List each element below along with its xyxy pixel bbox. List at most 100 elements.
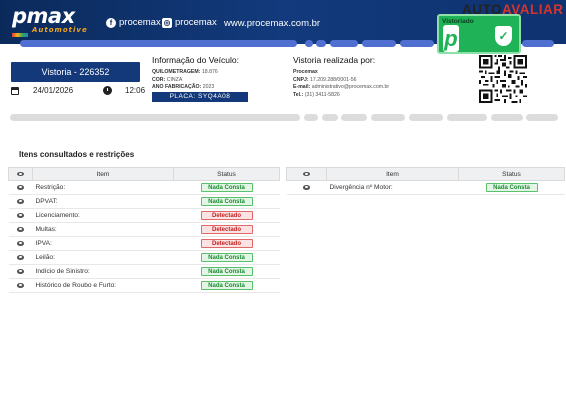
decor-pill	[341, 114, 367, 121]
eye-icon[interactable]	[303, 185, 310, 190]
year-line: ANO FABRICAÇÃO: 2023	[152, 84, 252, 92]
cnpj-label: CNPJ:	[293, 76, 309, 83]
decor-pill	[400, 40, 434, 47]
status-badge: Detectado	[200, 239, 253, 248]
item-cell: Histórico de Roubo e Furto:	[32, 278, 174, 293]
decor-pill	[10, 114, 300, 121]
decorative-pill-row-blue	[0, 40, 437, 47]
status-cell: Nada Consta	[173, 278, 280, 293]
facebook-handle: procemax	[119, 17, 161, 28]
clock-icon	[103, 86, 112, 95]
cnpj-line: CNPJ: 17.209.288/0001-56	[293, 77, 453, 85]
eye-icon[interactable]	[17, 269, 24, 274]
view-cell[interactable]	[8, 264, 33, 279]
performed-by-title: Vistoria realizada por:	[293, 55, 376, 65]
item-cell: Indício de Sinistro:	[32, 264, 174, 279]
decor-pill	[304, 114, 318, 121]
table-header-row: Item Status	[286, 167, 565, 181]
decor-pill	[322, 114, 338, 121]
item-cell: DPVAT:	[32, 194, 174, 209]
view-cell[interactable]	[8, 222, 33, 237]
facebook-link[interactable]: f procemax	[106, 17, 161, 28]
view-cell[interactable]	[8, 208, 33, 223]
logo-sub-text: Automotive	[32, 26, 88, 34]
company-name: Procemax	[293, 69, 318, 75]
decor-pill	[316, 40, 326, 47]
instagram-link[interactable]: ◎ procemax	[162, 17, 217, 28]
eye-icon[interactable]	[17, 283, 24, 288]
decor-pill	[409, 114, 443, 121]
cnpj-value: 17.209.288/0001-56	[310, 76, 357, 83]
item-column-header: Item	[32, 167, 174, 181]
odometer-line: QUILOMETRAGEM: 18.876	[152, 69, 252, 77]
logo-color-bar	[12, 33, 28, 37]
status-column-header: Status	[458, 167, 565, 181]
decor-pill	[491, 114, 523, 121]
decor-pill	[371, 114, 405, 121]
calendar-icon	[11, 87, 19, 95]
item-cell: Leilão:	[32, 250, 174, 265]
view-cell[interactable]	[8, 250, 33, 265]
item-cell: Licenciamento:	[32, 208, 174, 223]
table-row: Divergência nº Motor: Nada Consta	[286, 180, 565, 195]
table-row: Licenciamento: Detectado	[8, 208, 280, 223]
view-cell[interactable]	[8, 194, 33, 209]
restrictions-table-left: Item Status Restrição: Nada Consta DPVAT: N…	[8, 167, 280, 293]
website-link[interactable]: www.procemax.com.br	[224, 18, 320, 29]
plate-badge: PLACA: SYQ4A08	[152, 92, 248, 102]
view-cell[interactable]	[8, 180, 33, 195]
badge-label: Vistoriado	[442, 18, 474, 25]
color-label: COR:	[152, 76, 166, 83]
phone-label: Tel.:	[293, 91, 304, 98]
decor-pill	[20, 40, 297, 47]
eye-icon[interactable]	[17, 199, 24, 204]
item-cell: Divergência nº Motor:	[326, 180, 459, 195]
p-logo-icon: p	[443, 25, 459, 52]
view-cell[interactable]	[286, 180, 327, 195]
table-row: DPVAT: Nada Consta	[8, 194, 280, 209]
item-column-header: Item	[326, 167, 459, 181]
table-row: Leilão: Nada Consta	[8, 250, 280, 265]
status-column-header: Status	[173, 167, 280, 181]
shield-check-icon: ✓	[495, 26, 512, 46]
table-row: Multas: Detectado	[8, 222, 280, 237]
vistoria-date: 24/01/2026	[33, 86, 74, 95]
status-cell: Detectado	[173, 222, 280, 237]
item-cell: Restrição:	[32, 180, 174, 195]
eye-icon	[17, 171, 24, 176]
status-badge: Nada Consta	[200, 253, 253, 262]
decorative-pill-row-gray	[0, 114, 566, 121]
odometer-label: QUILOMETRAGEM:	[152, 69, 201, 75]
status-badge: Nada Consta	[200, 281, 253, 290]
vistoria-number: Vistoria - 226352	[11, 62, 140, 82]
eye-icon[interactable]	[17, 241, 24, 246]
email-value[interactable]: administrativo@procemax.com.br	[312, 84, 389, 90]
decor-pill	[522, 40, 554, 47]
date-time-row: 24/01/2026 12:06	[11, 85, 145, 97]
table-row: Restrição: Nada Consta	[8, 180, 280, 195]
performed-by-info: Vistoria realizada por: Procemax CNPJ: 1…	[293, 55, 453, 99]
instagram-handle: procemax	[175, 17, 217, 28]
eye-column-header	[286, 167, 327, 181]
instagram-icon: ◎	[162, 17, 172, 28]
view-cell[interactable]	[8, 236, 33, 251]
year-label: ANO FABRICAÇÃO:	[152, 84, 202, 91]
eye-icon[interactable]	[17, 227, 24, 232]
email-line: E-mail: administrativo@procemax.com.br	[293, 84, 453, 92]
logo-main-text: pmax	[12, 4, 75, 28]
facebook-icon: f	[106, 17, 116, 28]
eye-icon[interactable]	[17, 255, 24, 260]
decor-pill	[305, 40, 313, 47]
email-label: E-mail:	[293, 84, 311, 91]
view-cell[interactable]	[8, 278, 33, 293]
eye-icon[interactable]	[17, 185, 24, 190]
odometer-value: 18.876	[201, 69, 218, 75]
qr-code[interactable]	[479, 55, 527, 103]
eye-icon[interactable]	[17, 213, 24, 218]
year-value: 2023	[202, 84, 215, 91]
status-badge: Nada Consta	[200, 267, 253, 276]
phone-line: Tel.: (31) 3411-5826	[293, 92, 453, 100]
vehicle-info-title: Informação do Veículo:	[152, 55, 239, 65]
table-row: Indício de Sinistro: Nada Consta	[8, 264, 280, 279]
pmax-logo: pmax Automotive	[12, 4, 88, 37]
